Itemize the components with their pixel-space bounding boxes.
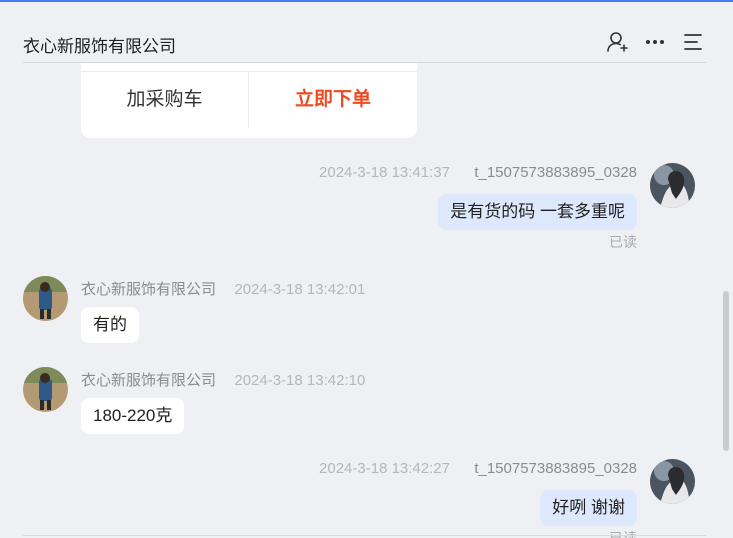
message-time: 2024-3-18 13:41:37 bbox=[319, 164, 450, 181]
message-sender: 衣心新服饰有限公司 bbox=[81, 372, 217, 389]
message-time: 2024-3-18 13:42:01 bbox=[234, 281, 366, 298]
read-status: 已读 bbox=[609, 530, 637, 538]
message-time: 2024-3-18 13:42:27 bbox=[319, 460, 450, 477]
input-divider bbox=[23, 535, 706, 536]
more-icon[interactable] bbox=[643, 30, 667, 54]
chat-message-list[interactable]: 加采购车 立即下单 2024-3-18 13:41:37 t_150757388… bbox=[0, 63, 733, 538]
message-meta: 衣心新服饰有限公司 2024-3-18 13:42:01 bbox=[81, 278, 365, 299]
menu-icon[interactable] bbox=[681, 30, 705, 54]
chat-scrollbar[interactable] bbox=[720, 63, 730, 538]
message-sender: 衣心新服饰有限公司 bbox=[81, 281, 217, 298]
message-sender: t_1507573883895_0328 bbox=[474, 164, 637, 181]
buy-now-button[interactable]: 立即下单 bbox=[249, 72, 417, 128]
message-meta: 衣心新服饰有限公司 2024-3-18 13:42:10 bbox=[81, 369, 365, 390]
chat-header: 衣心新服饰有限公司 bbox=[23, 22, 706, 63]
avatar[interactable] bbox=[650, 459, 695, 504]
message-bubble-incoming[interactable]: 180-220克 bbox=[81, 398, 185, 434]
message-time: 2024-3-18 13:42:10 bbox=[234, 372, 366, 389]
top-accent-line bbox=[0, 0, 733, 2]
scrollbar-thumb[interactable] bbox=[723, 291, 729, 451]
avatar[interactable] bbox=[650, 163, 695, 208]
read-status: 已读 bbox=[609, 234, 637, 250]
message-bubble-outgoing[interactable]: 是有货的码 一套多重呢 bbox=[438, 194, 637, 230]
chat-title: 衣心新服饰有限公司 bbox=[23, 37, 176, 56]
message-meta: 2024-3-18 13:42:27 t_1507573883895_0328 bbox=[319, 460, 637, 477]
message-sender: t_1507573883895_0328 bbox=[474, 460, 637, 477]
message-bubble-outgoing[interactable]: 好咧 谢谢 bbox=[540, 490, 637, 526]
avatar[interactable] bbox=[23, 367, 68, 412]
message-bubble-incoming[interactable]: 有的 bbox=[81, 307, 139, 343]
user-add-icon[interactable] bbox=[606, 30, 630, 54]
add-to-cart-button[interactable]: 加采购车 bbox=[81, 72, 249, 128]
message-meta: 2024-3-18 13:41:37 t_1507573883895_0328 bbox=[319, 164, 637, 181]
product-card: 加采购车 立即下单 bbox=[81, 63, 417, 138]
avatar[interactable] bbox=[23, 276, 68, 321]
